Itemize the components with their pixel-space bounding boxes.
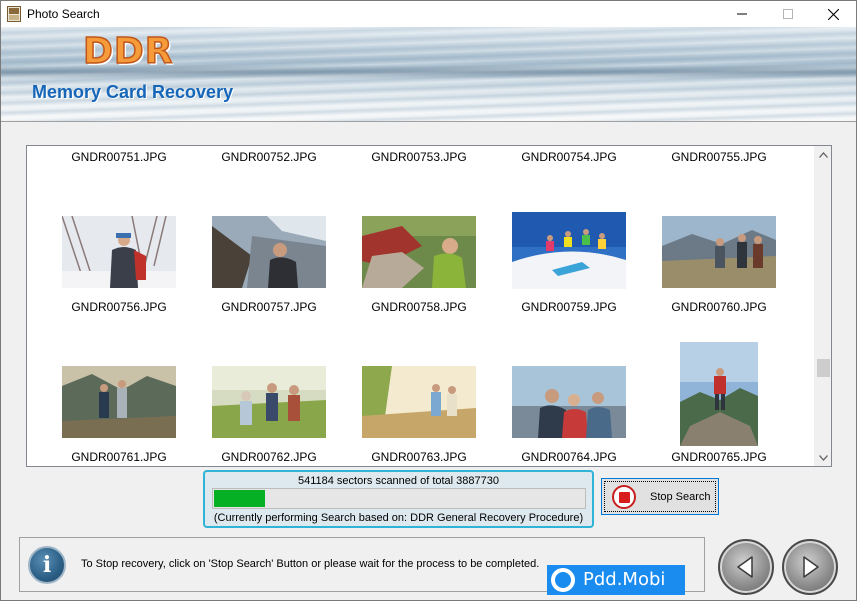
photo-tile[interactable]: GNDR00758.JPG: [344, 206, 494, 316]
stop-icon: [612, 485, 636, 509]
photo-grid-viewport: GNDR00751.JPG GNDR00752.JPG GNDR00753.JP…: [27, 146, 814, 466]
photo-filename: GNDR00757.JPG: [221, 300, 317, 314]
app-icon: [7, 6, 21, 22]
photo-filename: GNDR00759.JPG: [521, 300, 617, 314]
stop-search-button[interactable]: Stop Search: [601, 478, 719, 515]
photo-thumbnail: [62, 366, 176, 438]
watermark-text: Pdd.Mobi: [583, 569, 666, 590]
photo-thumbnail: [680, 342, 758, 446]
photo-thumbnail: [212, 216, 326, 288]
photo-filename: GNDR00754.JPG: [521, 150, 617, 164]
minimize-button[interactable]: [719, 1, 765, 27]
watermark-badge: Pdd.Mobi: [547, 565, 685, 595]
scrollbar-thumb[interactable]: [817, 359, 830, 377]
arrow-right-icon: [803, 556, 819, 578]
close-button[interactable]: [810, 1, 856, 27]
photo-thumbnail: [362, 216, 476, 288]
photo-tile[interactable]: GNDR00757.JPG: [194, 206, 344, 316]
photo-thumbnail: [62, 216, 176, 288]
photo-thumbnail: [512, 212, 626, 289]
window-title: Photo Search: [27, 7, 100, 21]
header-banner: DDR Memory Card Recovery: [1, 27, 856, 121]
photo-filename: GNDR00756.JPG: [71, 300, 167, 314]
arrow-left-icon: [737, 556, 753, 578]
photo-filename: GNDR00753.JPG: [371, 150, 467, 164]
progress-bar-fill: [214, 490, 265, 507]
photo-tile[interactable]: GNDR00765.JPG: [644, 340, 794, 466]
photo-filename: GNDR00763.JPG: [371, 450, 467, 464]
photo-tile[interactable]: GNDR00762.JPG: [194, 340, 344, 466]
stop-search-label: Stop Search: [650, 491, 711, 503]
photo-thumbnail: [662, 216, 776, 288]
photo-thumbnail: [212, 366, 326, 438]
scan-progress-panel: 541184 sectors scanned of total 3887730 …: [203, 470, 594, 528]
photo-tile[interactable]: GNDR00763.JPG: [344, 340, 494, 466]
search-method-note: (Currently performing Search based on: D…: [213, 512, 584, 524]
progress-bar: [212, 488, 586, 509]
scroll-up-icon[interactable]: [815, 146, 831, 163]
photo-tile[interactable]: GNDR00760.JPG: [644, 206, 794, 316]
photo-filename: GNDR00755.JPG: [671, 150, 767, 164]
photo-thumbnail: [512, 366, 626, 438]
photo-grid[interactable]: GNDR00751.JPG GNDR00752.JPG GNDR00753.JP…: [26, 145, 832, 467]
photo-filename: GNDR00760.JPG: [671, 300, 767, 314]
watermark-ring-icon: [551, 568, 575, 592]
photo-filename: GNDR00765.JPG: [671, 450, 767, 464]
info-message: To Stop recovery, click on 'Stop Search'…: [81, 558, 540, 570]
product-title: Memory Card Recovery: [32, 82, 234, 102]
photo-filename: GNDR00751.JPG: [71, 150, 167, 164]
scroll-down-icon[interactable]: [815, 449, 831, 466]
photo-search-window: Photo Search DDR Memory Card Recovery GN…: [0, 0, 857, 601]
photo-tile[interactable]: GNDR00756.JPG: [44, 206, 194, 316]
photo-filename: GNDR00761.JPG: [71, 450, 167, 464]
photo-thumbnail: [362, 366, 476, 438]
next-button[interactable]: [782, 539, 838, 595]
title-bar: Photo Search: [1, 1, 856, 27]
photo-filename: GNDR00752.JPG: [221, 150, 317, 164]
vertical-scrollbar[interactable]: [814, 146, 831, 466]
photo-filename: GNDR00758.JPG: [371, 300, 467, 314]
back-button[interactable]: [718, 539, 774, 595]
banner-divider: [1, 121, 856, 122]
photo-filename: GNDR00764.JPG: [521, 450, 617, 464]
photo-tile[interactable]: GNDR00764.JPG: [494, 340, 644, 466]
photo-tile[interactable]: GNDR00761.JPG: [44, 340, 194, 466]
maximize-button[interactable]: [765, 1, 811, 27]
brand-logo: DDR: [82, 30, 174, 73]
photo-filename: GNDR00762.JPG: [221, 450, 317, 464]
progress-status-text: 541184 sectors scanned of total 3887730: [297, 475, 499, 487]
info-icon: i: [28, 546, 66, 584]
photo-tile[interactable]: GNDR00759.JPG: [494, 206, 644, 316]
